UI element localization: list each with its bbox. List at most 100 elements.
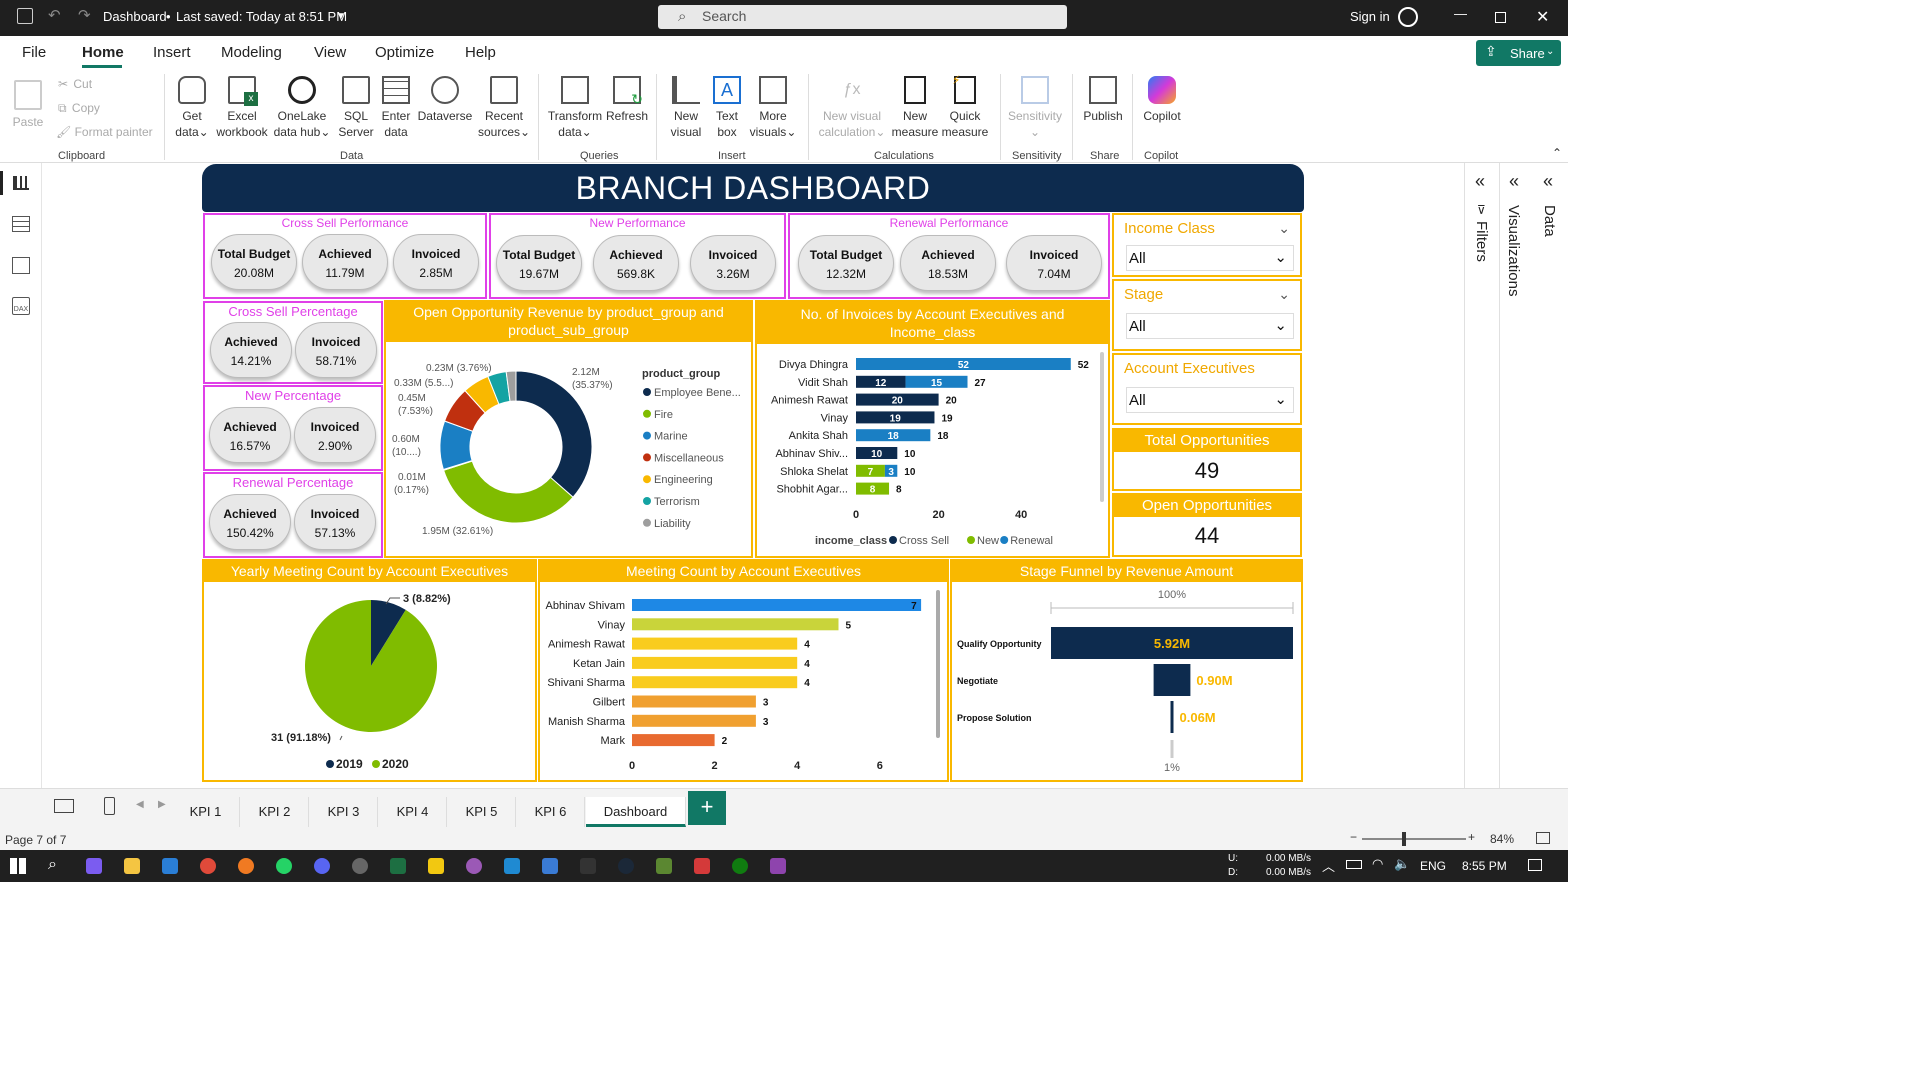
github-icon[interactable] xyxy=(466,858,482,874)
recent-sources-button[interactable]: Recent sources⌄ xyxy=(478,70,530,140)
transform-data-button[interactable]: Transform data⌄ xyxy=(546,70,604,140)
menu-optimize[interactable]: Optimize xyxy=(375,44,434,61)
chevron-up-icon[interactable]: ︿ xyxy=(1322,856,1335,875)
filters-pane-label[interactable]: Filters xyxy=(1473,221,1490,262)
menu-insert[interactable]: Insert xyxy=(153,44,191,61)
format-painter-button[interactable]: 🖌 Format painter xyxy=(56,125,153,139)
zoom-in-button[interactable]: + xyxy=(1468,830,1475,844)
excel-app-icon[interactable] xyxy=(390,858,406,874)
excel-workbook-button[interactable]: x Excel workbook xyxy=(214,70,270,140)
prev-page-icon[interactable]: ◀ xyxy=(136,799,144,810)
steam-icon[interactable] xyxy=(618,858,634,874)
income-class-slicer[interactable]: Income Class ⌄ All ⌄ xyxy=(1112,213,1302,277)
copilot-button[interactable]: Copilot xyxy=(1138,70,1186,124)
menu-help[interactable]: Help xyxy=(465,44,496,61)
onelake-button[interactable]: OneLake data hub⌄ xyxy=(272,70,332,140)
page-tab-dashboard[interactable]: Dashboard xyxy=(586,797,686,827)
account-icon[interactable] xyxy=(1398,7,1418,27)
dataverse-button[interactable]: Dataverse xyxy=(416,70,474,124)
refresh-button[interactable]: ↻ Refresh xyxy=(604,70,650,124)
sql-server-button[interactable]: SQL Server xyxy=(336,70,376,140)
windows-start-icon[interactable] xyxy=(10,858,26,874)
new-visual-button[interactable]: New visual xyxy=(664,70,708,140)
page-tab-kpi-6[interactable]: KPI 6 xyxy=(517,797,585,827)
zoom-slider-thumb[interactable] xyxy=(1402,832,1406,846)
expand-visualizations-icon[interactable]: « xyxy=(1509,171,1519,192)
search-icon[interactable]: ⌕ xyxy=(48,856,57,874)
table-view-icon[interactable] xyxy=(12,216,30,232)
data-pane-label[interactable]: Data xyxy=(1541,205,1558,237)
epic-games-icon[interactable] xyxy=(580,858,596,874)
slicer-dropdown[interactable]: All ⌄ xyxy=(1126,313,1294,339)
volume-icon[interactable]: 🔈 xyxy=(1394,856,1410,872)
redo-icon[interactable]: ↷ xyxy=(78,6,91,24)
enter-data-button[interactable]: Enter data xyxy=(378,70,414,140)
page-tab-kpi-2[interactable]: KPI 2 xyxy=(241,797,309,827)
chevron-down-icon[interactable]: ⌄ xyxy=(1278,286,1290,303)
quick-measure-button[interactable]: ⚡ Quick measure xyxy=(940,70,990,140)
clock[interactable]: 8:55 PM xyxy=(1462,859,1507,873)
more-visuals-button[interactable]: More visuals⌄ xyxy=(748,70,798,140)
maximize-icon[interactable] xyxy=(1495,12,1506,23)
minecraft-icon[interactable] xyxy=(656,858,672,874)
dax-query-icon[interactable]: DAX xyxy=(12,297,30,315)
menu-modeling[interactable]: Modeling xyxy=(221,44,282,61)
app-icon[interactable] xyxy=(694,858,710,874)
next-page-icon[interactable]: ▶ xyxy=(158,799,166,810)
chrome-icon[interactable] xyxy=(200,858,216,874)
whatsapp-icon[interactable] xyxy=(276,858,292,874)
zoom-out-button[interactable]: − xyxy=(1350,830,1357,844)
slicer-dropdown[interactable]: All ⌄ xyxy=(1126,245,1294,271)
powerbi-app-icon[interactable] xyxy=(428,858,444,874)
page-tab-kpi-1[interactable]: KPI 1 xyxy=(172,797,240,827)
battery-icon[interactable] xyxy=(1346,860,1362,869)
cut-button[interactable]: ✂ Cut xyxy=(58,77,92,91)
page-tab-kpi-4[interactable]: KPI 4 xyxy=(379,797,447,827)
get-data-button[interactable]: Get data⌄ xyxy=(172,70,212,140)
search-box[interactable]: ⌕ Search xyxy=(658,5,1067,29)
chevron-down-icon[interactable]: ▼ xyxy=(336,11,346,22)
new-measure-button[interactable]: New measure xyxy=(890,70,940,140)
model-view-icon[interactable] xyxy=(12,257,30,274)
discord-icon[interactable] xyxy=(314,858,330,874)
report-view-icon[interactable] xyxy=(0,171,3,195)
fit-page-icon[interactable] xyxy=(1536,832,1550,844)
language-indicator[interactable]: ENG xyxy=(1420,859,1446,873)
publish-button[interactable]: Publish xyxy=(1080,70,1126,124)
zoom-slider[interactable] xyxy=(1362,832,1466,846)
sensitivity-button[interactable]: Sensitivity ⌄ xyxy=(1006,70,1064,140)
undo-icon[interactable]: ↶ xyxy=(48,6,61,24)
notifications-icon[interactable] xyxy=(1528,859,1542,871)
share-button[interactable]: ⇪ Share ⌄ xyxy=(1476,40,1561,66)
menu-view[interactable]: View xyxy=(314,44,346,61)
copilot-app-icon[interactable] xyxy=(86,858,102,874)
add-page-button[interactable]: + xyxy=(688,791,726,825)
report-view-glyph[interactable] xyxy=(13,176,29,190)
xbox-icon[interactable] xyxy=(732,858,748,874)
slicer-dropdown[interactable]: All ⌄ xyxy=(1126,387,1294,413)
paste-button[interactable]: Paste xyxy=(10,70,46,130)
wifi-icon[interactable]: ◠ xyxy=(1372,856,1383,872)
desktop-layout-icon[interactable] xyxy=(54,799,74,813)
mobile-layout-icon[interactable] xyxy=(104,797,115,815)
expand-data-icon[interactable]: « xyxy=(1543,171,1553,192)
menu-file[interactable]: File xyxy=(22,44,46,61)
firefox-icon[interactable] xyxy=(238,858,254,874)
vscode-icon[interactable] xyxy=(504,858,520,874)
menu-home[interactable]: Home xyxy=(82,44,124,61)
stage-slicer[interactable]: Stage ⌄ All ⌄ xyxy=(1112,279,1302,351)
text-box-button[interactable]: A Text box xyxy=(708,70,746,140)
sign-in[interactable]: Sign in xyxy=(1350,9,1390,24)
new-visual-calculation-button[interactable]: ƒx New visual calculation⌄ xyxy=(814,70,890,140)
minimize-icon[interactable]: — xyxy=(1454,6,1467,21)
copy-button[interactable]: ⧉ Copy xyxy=(58,101,100,116)
game-app-icon[interactable] xyxy=(770,858,786,874)
page-tab-kpi-3[interactable]: KPI 3 xyxy=(310,797,378,827)
close-icon[interactable]: ✕ xyxy=(1536,7,1549,27)
page-tab-kpi-5[interactable]: KPI 5 xyxy=(448,797,516,827)
chevron-down-icon[interactable]: ⌄ xyxy=(1278,220,1290,237)
store-icon[interactable] xyxy=(162,858,178,874)
account-executives-slicer[interactable]: Account Executives All ⌄ xyxy=(1112,353,1302,425)
expand-filters-icon[interactable]: « xyxy=(1475,171,1485,192)
save-icon[interactable] xyxy=(17,8,33,24)
